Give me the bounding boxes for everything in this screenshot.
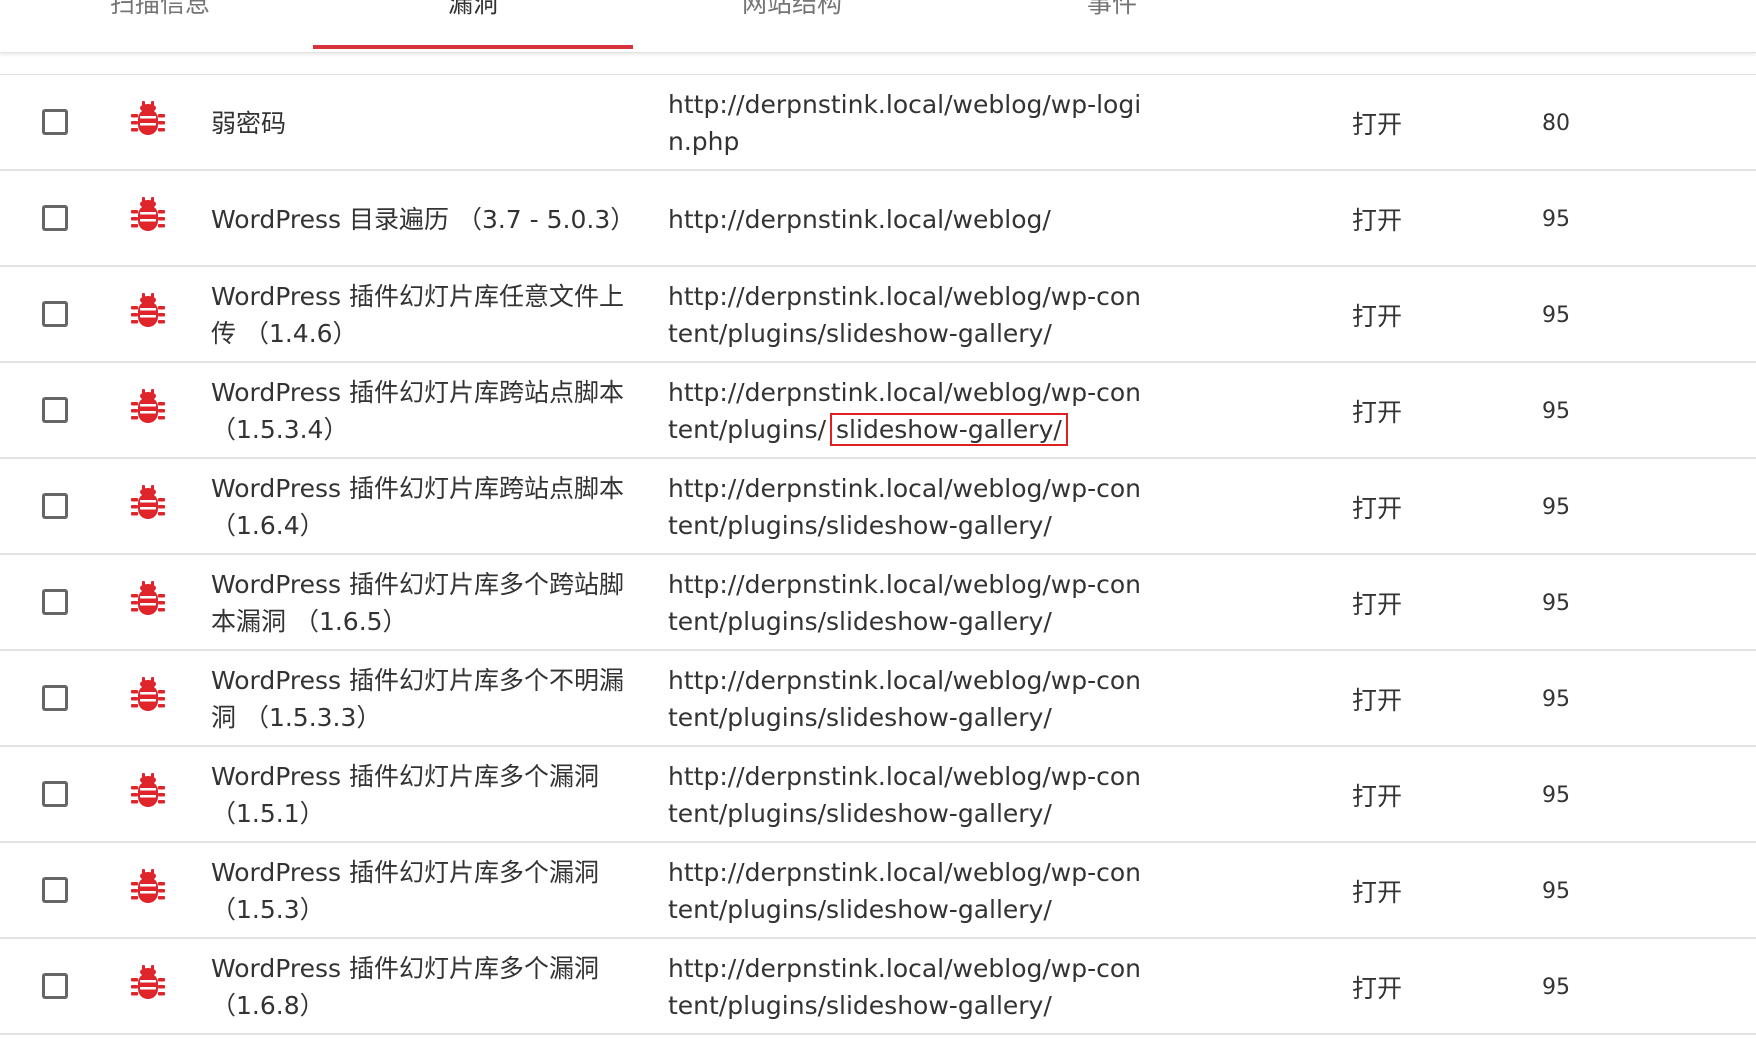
row-checkbox[interactable] <box>42 685 68 711</box>
tab-events[interactable]: 事件 <box>952 0 1272 48</box>
highlighted-url-segment: slideshow-gallery/ <box>830 413 1068 446</box>
status-text: 打开 <box>1352 878 1403 907</box>
row-checkbox[interactable] <box>42 397 68 423</box>
table-row[interactable]: WordPress 插件幻灯片库多个漏洞 （1.5.3） http://derp… <box>0 843 1756 939</box>
bug-icon <box>131 101 165 135</box>
table-row[interactable]: WordPress 插件幻灯片库多个漏洞 （1.5.1） http://derp… <box>0 747 1756 843</box>
status-text: 打开 <box>1352 110 1403 139</box>
bug-icon <box>131 965 165 999</box>
table-row[interactable]: WordPress 插件幻灯片库多个跨站脚本漏洞 （1.6.5） http://… <box>0 555 1756 651</box>
url-line: n.php <box>668 127 740 156</box>
score-value: 95 <box>1542 302 1570 328</box>
vulnerability-url: http://derpnstink.local/weblog/wp-logi n… <box>668 75 1148 171</box>
vulnerability-url: http://derpnstink.local/weblog/wp-con te… <box>668 747 1148 843</box>
vulnerability-url: http://derpnstink.local/weblog/wp-con te… <box>668 555 1148 651</box>
vulnerability-url: http://derpnstink.local/weblog/wp-con te… <box>668 363 1148 459</box>
url-line: tent/plugins/slideshow-gallery/ <box>668 895 1052 924</box>
bug-icon <box>131 869 165 903</box>
row-checkbox[interactable] <box>42 589 68 615</box>
row-checkbox[interactable] <box>42 109 68 135</box>
score-value: 95 <box>1542 782 1570 808</box>
row-checkbox[interactable] <box>42 781 68 807</box>
active-tab-indicator <box>313 45 633 49</box>
tab-scan-info[interactable]: 扫描信息 <box>0 0 320 48</box>
url-line: tent/plugins/slideshow-gallery/ <box>668 799 1052 828</box>
vulnerability-url: http://derpnstink.local/weblog/wp-con te… <box>668 843 1148 939</box>
vulnerability-name: WordPress 插件幻灯片库多个漏洞 （1.6.8） <box>211 954 600 1020</box>
table-row[interactable]: 弱密码 http://derpnstink.local/weblog/wp-lo… <box>0 75 1756 171</box>
bug-icon <box>131 197 165 231</box>
status-text: 打开 <box>1352 398 1403 427</box>
vulnerability-url: http://derpnstink.local/weblog/wp-con te… <box>668 459 1148 555</box>
row-checkbox[interactable] <box>42 493 68 519</box>
score-value: 80 <box>1542 110 1570 136</box>
url-line: http://derpnstink.local/weblog/wp-con <box>668 954 1141 983</box>
status-text: 打开 <box>1352 206 1403 235</box>
url-segment: tent/plugins/ <box>668 415 827 444</box>
url-line: tent/plugins/slideshow-gallery/ <box>668 991 1052 1020</box>
table-row[interactable]: WordPress 插件幻灯片库跨站点脚本 （1.6.4） http://der… <box>0 459 1756 555</box>
score-value: 95 <box>1542 206 1570 232</box>
score-value: 95 <box>1542 686 1570 712</box>
table-row[interactable]: WordPress 插件幻灯片库跨站点脚本 （1.5.3.4） http://d… <box>0 363 1756 459</box>
vulnerability-url: http://derpnstink.local/weblog/wp-con te… <box>668 939 1148 1035</box>
url-line: http://derpnstink.local/weblog/wp-con <box>668 858 1141 887</box>
row-checkbox[interactable] <box>42 205 68 231</box>
vulnerability-url: http://derpnstink.local/weblog/wp-con te… <box>668 651 1148 747</box>
url-line: http://derpnstink.local/weblog/wp-con <box>668 570 1141 599</box>
status-text: 打开 <box>1352 686 1403 715</box>
bug-icon <box>131 293 165 327</box>
url-line: http://derpnstink.local/weblog/wp-con <box>668 378 1141 407</box>
url-line: http://derpnstink.local/weblog/ <box>668 204 1051 234</box>
status-text: 打开 <box>1352 494 1403 523</box>
bug-icon <box>131 677 165 711</box>
tab-vulnerabilities[interactable]: 漏洞 <box>313 0 633 48</box>
url-line: http://derpnstink.local/weblog/wp-con <box>668 666 1141 695</box>
url-line: tent/plugins/slideshow-gallery/ <box>668 511 1052 540</box>
status-text: 打开 <box>1352 974 1403 1003</box>
table-row[interactable]: WordPress 插件幻灯片库多个漏洞 （1.6.8） http://derp… <box>0 939 1756 1035</box>
bug-icon <box>131 389 165 423</box>
score-value: 95 <box>1542 398 1570 424</box>
status-text: 打开 <box>1352 782 1403 811</box>
vulnerability-url: http://derpnstink.local/weblog/wp-con te… <box>668 267 1148 363</box>
status-text: 打开 <box>1352 590 1403 619</box>
url-line: tent/plugins/slideshow-gallery/ <box>668 703 1052 732</box>
table-row[interactable]: WordPress 插件幻灯片库任意文件上传 （1.4.6） http://de… <box>0 267 1756 363</box>
url-line: http://derpnstink.local/weblog/wp-con <box>668 474 1141 503</box>
vulnerability-name: WordPress 插件幻灯片库跨站点脚本 （1.6.4） <box>211 474 625 540</box>
bug-icon <box>131 485 165 519</box>
vulnerability-name: WordPress 插件幻灯片库多个跨站脚本漏洞 （1.6.5） <box>211 570 625 636</box>
tab-bar: 扫描信息 漏洞 网站结构 事件 <box>0 0 1756 53</box>
vulnerability-name: WordPress 插件幻灯片库多个漏洞 （1.5.3） <box>211 858 600 924</box>
row-checkbox[interactable] <box>42 973 68 999</box>
row-checkbox[interactable] <box>42 877 68 903</box>
vulnerability-name: WordPress 插件幻灯片库任意文件上传 （1.4.6） <box>211 282 625 348</box>
bug-icon <box>131 581 165 615</box>
table-row[interactable]: WordPress 目录遍历 （3.7 - 5.0.3） http://derp… <box>0 171 1756 267</box>
vulnerability-name: 弱密码 <box>211 108 287 138</box>
url-line: tent/plugins/slideshow-gallery/ <box>668 607 1052 636</box>
vulnerability-url: http://derpnstink.local/weblog/ <box>668 171 1148 267</box>
score-value: 95 <box>1542 878 1570 904</box>
vulnerability-name: WordPress 插件幻灯片库多个漏洞 （1.5.1） <box>211 762 600 828</box>
vulnerability-name: WordPress 目录遍历 （3.7 - 5.0.3） <box>211 204 636 234</box>
score-value: 95 <box>1542 590 1570 616</box>
score-value: 95 <box>1542 494 1570 520</box>
vulnerability-name: WordPress 插件幻灯片库跨站点脚本 （1.5.3.4） <box>211 378 625 444</box>
url-line: http://derpnstink.local/weblog/wp-con <box>668 282 1141 311</box>
table-row[interactable]: WordPress 插件幻灯片库多个不明漏洞 （1.5.3.3） http://… <box>0 651 1756 747</box>
url-line: tent/plugins/slideshow-gallery/ <box>668 411 1141 448</box>
bug-icon <box>131 773 165 807</box>
url-line: http://derpnstink.local/weblog/wp-con <box>668 762 1141 791</box>
vulnerability-list: 弱密码 http://derpnstink.local/weblog/wp-lo… <box>0 75 1756 1035</box>
tab-site-structure[interactable]: 网站结构 <box>632 0 952 48</box>
score-value: 95 <box>1542 974 1570 1000</box>
url-line: http://derpnstink.local/weblog/wp-logi <box>668 90 1142 119</box>
vulnerability-name: WordPress 插件幻灯片库多个不明漏洞 （1.5.3.3） <box>211 666 625 732</box>
row-checkbox[interactable] <box>42 301 68 327</box>
url-line: tent/plugins/slideshow-gallery/ <box>668 319 1052 348</box>
status-text: 打开 <box>1352 302 1403 331</box>
